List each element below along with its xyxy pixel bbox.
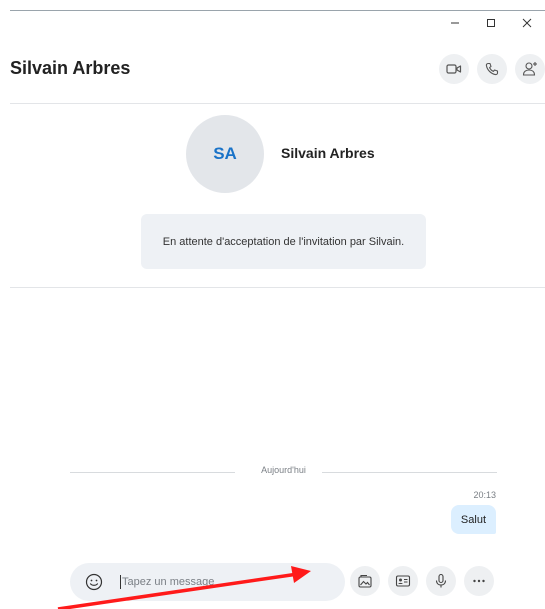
header-actions (439, 54, 545, 84)
more-options-button[interactable] (464, 566, 494, 596)
contact-card-icon (395, 575, 411, 587)
chat-header: Silvain Arbres (10, 50, 545, 92)
composer-tools (350, 566, 494, 596)
minimize-button[interactable] (437, 12, 473, 34)
add-person-button[interactable] (515, 54, 545, 84)
message-text: Salut (460, 513, 486, 526)
day-divider: Aujourd'hui (70, 465, 497, 479)
profile-divider (10, 287, 545, 288)
emoji-button[interactable] (82, 570, 106, 594)
message-bubble[interactable]: Salut (450, 505, 496, 534)
profile-name: Silvain Arbres (281, 145, 375, 161)
title-bar-border (10, 10, 545, 11)
message-input-pill (70, 563, 345, 601)
header-divider (10, 103, 545, 104)
add-person-icon (522, 62, 537, 76)
day-label: Aujourd'hui (261, 465, 306, 475)
contact-profile: SA Silvain Arbres (0, 115, 545, 205)
audio-call-icon (485, 62, 499, 76)
skype-chat-window: Silvain Arbres SA Silvain Arbres En atte… (0, 0, 545, 609)
audio-call-button[interactable] (477, 54, 507, 84)
video-call-button[interactable] (439, 54, 469, 84)
close-icon (522, 18, 532, 28)
microphone-button[interactable] (426, 566, 456, 596)
microphone-icon (435, 573, 447, 588)
emoji-icon (85, 573, 103, 591)
invitation-pending-notice: En attente d'acceptation de l'invitation… (141, 214, 426, 269)
contact-card-button[interactable] (388, 566, 418, 596)
maximize-button[interactable] (473, 12, 509, 34)
avatar[interactable]: SA (186, 115, 264, 193)
message-composer (70, 563, 500, 601)
message-input[interactable] (120, 575, 310, 589)
message-timestamp: 20:13 (473, 490, 496, 500)
invitation-text: En attente d'acceptation de l'invitation… (162, 235, 405, 248)
gallery-button[interactable] (350, 566, 380, 596)
window-controls (437, 12, 545, 34)
contact-title[interactable]: Silvain Arbres (10, 58, 130, 79)
minimize-icon (451, 22, 459, 24)
video-call-icon (446, 64, 462, 74)
gallery-icon (358, 574, 372, 588)
close-button[interactable] (509, 12, 545, 34)
more-icon (473, 579, 485, 583)
maximize-icon (487, 19, 495, 27)
